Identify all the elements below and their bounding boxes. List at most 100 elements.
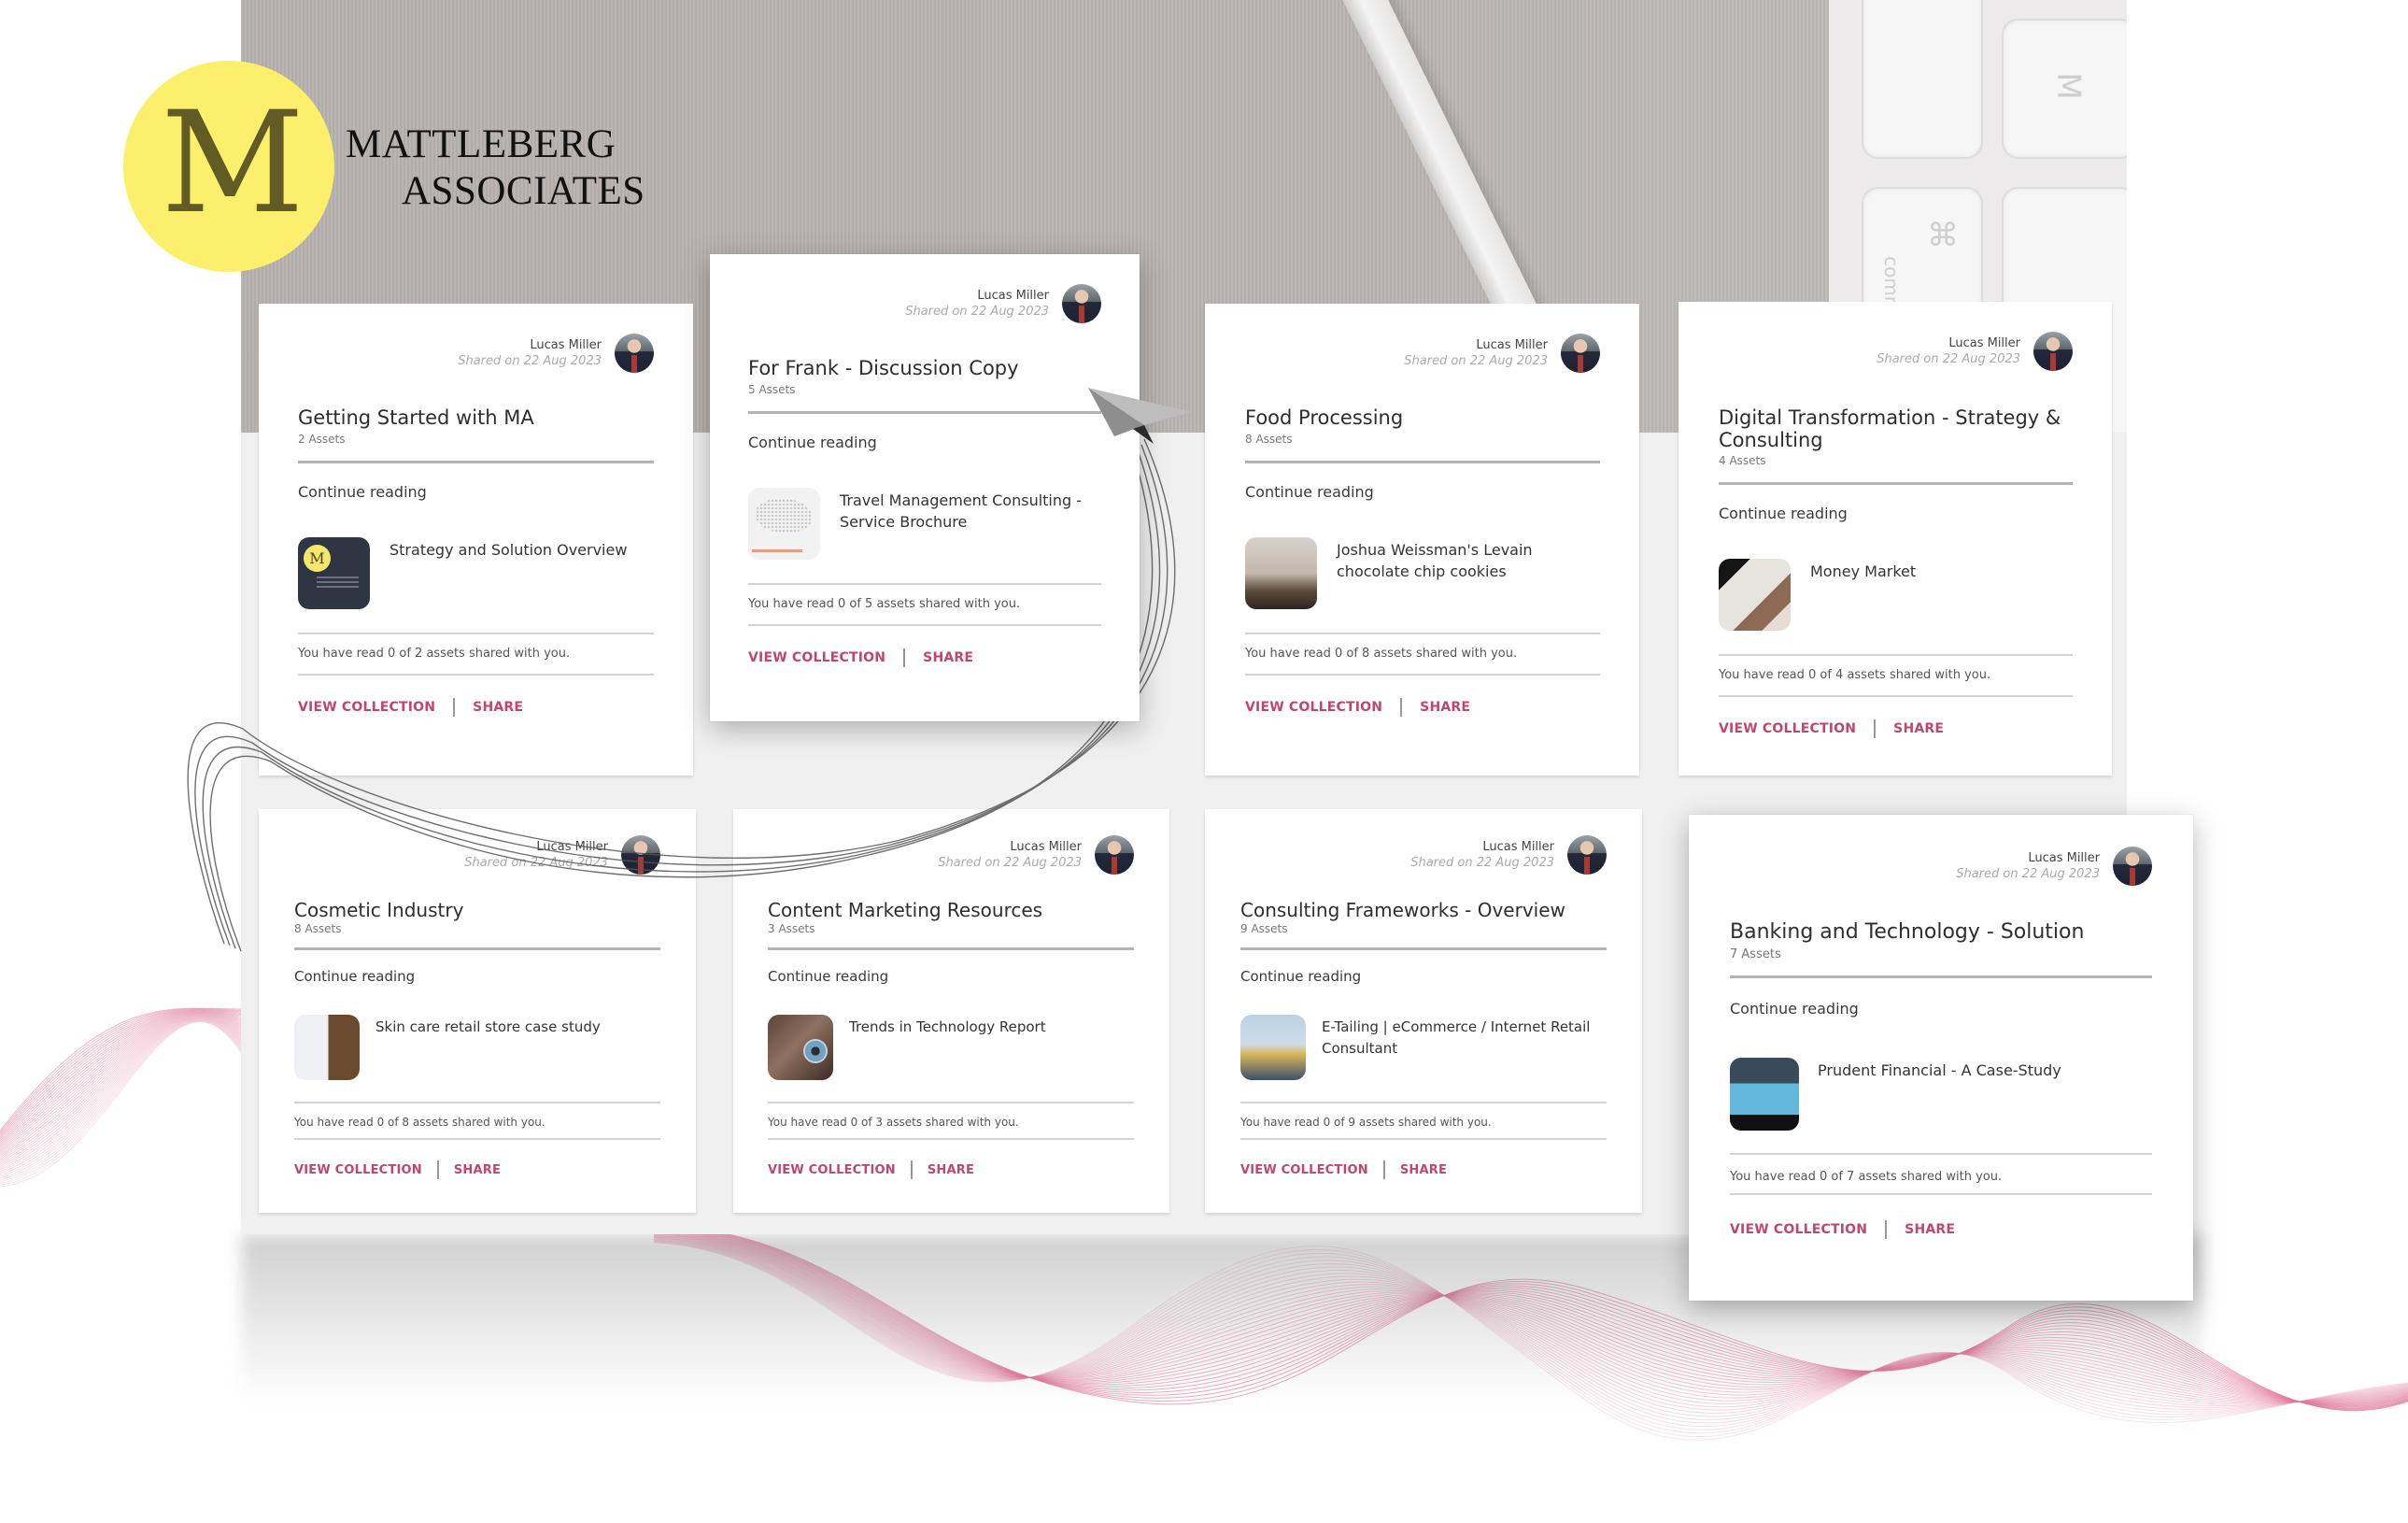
- card-actions: VIEW COLLECTION SHARE: [294, 1160, 501, 1179]
- asset-thumbnail[interactable]: [294, 1015, 360, 1080]
- shared-date: Shared on 22 Aug 2023: [1877, 352, 2020, 366]
- asset-title[interactable]: Strategy and Solution Overview: [390, 539, 627, 561]
- asset-item[interactable]: Money Market: [1719, 559, 2073, 631]
- divider: [748, 411, 1101, 414]
- share-link[interactable]: SHARE: [1905, 1222, 1955, 1237]
- shared-date: Shared on 22 Aug 2023: [1404, 354, 1548, 368]
- keyboard-key: M: [2002, 19, 2127, 159]
- sharer-info: Lucas Miller Shared on 22 Aug 2023: [1877, 332, 2073, 371]
- divider: [1245, 674, 1600, 676]
- shared-date: Shared on 22 Aug 2023: [1956, 867, 2100, 881]
- divider: [1730, 1153, 2152, 1155]
- asset-count: 8 Assets: [294, 922, 342, 935]
- sharer-name: Lucas Miller: [1010, 840, 1082, 854]
- read-progress: You have read 0 of 8 assets shared with …: [294, 1116, 545, 1129]
- asset-title[interactable]: Prudent Financial - A Case-Study: [1818, 1060, 2061, 1081]
- collection-title[interactable]: Digital Transformation - Strategy & Cons…: [1719, 406, 2073, 451]
- share-link[interactable]: SHARE: [928, 1163, 974, 1177]
- shared-date: Shared on 22 Aug 2023: [458, 354, 602, 368]
- view-collection-link[interactable]: VIEW COLLECTION: [748, 650, 885, 665]
- divider: [768, 1138, 1134, 1140]
- asset-title[interactable]: E-Tailing | eCommerce / Internet Retail …: [1322, 1017, 1607, 1060]
- view-collection-link[interactable]: VIEW COLLECTION: [1240, 1163, 1368, 1177]
- asset-item[interactable]: Skin care retail store case study: [294, 1015, 660, 1080]
- asset-item[interactable]: Joshua Weissman's Levain chocolate chip …: [1245, 537, 1600, 609]
- collection-title[interactable]: For Frank - Discussion Copy: [748, 357, 1101, 379]
- divider: [1245, 461, 1600, 463]
- collection-title[interactable]: Food Processing: [1245, 406, 1600, 429]
- asset-thumbnail[interactable]: [768, 1015, 833, 1080]
- asset-thumbnail[interactable]: [1719, 559, 1791, 631]
- divider: [294, 947, 660, 950]
- asset-item[interactable]: Travel Management Consulting - Service B…: [748, 488, 1101, 560]
- collection-card: Lucas Miller Shared on 22 Aug 2023 Digit…: [1679, 302, 2112, 776]
- divider: [1730, 975, 2152, 978]
- asset-thumbnail[interactable]: [1245, 537, 1317, 609]
- collection-title[interactable]: Getting Started with MA: [298, 406, 654, 429]
- divider: [1240, 1138, 1607, 1140]
- card-actions: VIEW COLLECTION SHARE: [768, 1160, 974, 1179]
- wave-line: [0, 1019, 244, 1181]
- collection-title[interactable]: Consulting Frameworks - Overview: [1240, 899, 1607, 921]
- asset-thumbnail[interactable]: [1730, 1058, 1799, 1131]
- collection-card: Lucas Miller Shared on 22 Aug 2023 Getti…: [259, 304, 693, 776]
- collection-title[interactable]: Cosmetic Industry: [294, 899, 660, 921]
- divider: [768, 1102, 1134, 1103]
- collection-card: Lucas Miller Shared on 22 Aug 2023 Consu…: [1205, 809, 1642, 1213]
- share-link[interactable]: SHARE: [473, 700, 523, 715]
- divider: [1240, 1102, 1607, 1103]
- share-link[interactable]: SHARE: [1893, 721, 1944, 736]
- collection-card: Lucas Miller Shared on 22 Aug 2023 Banki…: [1689, 815, 2193, 1301]
- collection-card: Lucas Miller Shared on 22 Aug 2023 For F…: [710, 254, 1140, 721]
- read-progress: You have read 0 of 4 assets shared with …: [1719, 668, 1991, 682]
- view-collection-link[interactable]: VIEW COLLECTION: [1245, 700, 1382, 715]
- asset-title[interactable]: Travel Management Consulting - Service B…: [840, 490, 1101, 533]
- sharer-avatar: [1062, 284, 1101, 323]
- shared-date: Shared on 22 Aug 2023: [1410, 856, 1554, 870]
- asset-title[interactable]: Money Market: [1810, 561, 1916, 582]
- divider: [294, 1138, 660, 1140]
- read-progress: You have read 0 of 3 assets shared with …: [768, 1116, 1019, 1129]
- sharer-info: Lucas Miller Shared on 22 Aug 2023: [905, 284, 1101, 323]
- view-collection-link[interactable]: VIEW COLLECTION: [298, 700, 435, 715]
- asset-item[interactable]: Prudent Financial - A Case-Study: [1730, 1058, 2152, 1131]
- collection-title[interactable]: Content Marketing Resources: [768, 899, 1134, 921]
- asset-title[interactable]: Trends in Technology Report: [849, 1017, 1046, 1038]
- collection-card: Lucas Miller Shared on 22 Aug 2023 Conte…: [733, 809, 1169, 1213]
- asset-item[interactable]: M Strategy and Solution Overview: [298, 537, 654, 609]
- share-link[interactable]: SHARE: [923, 650, 973, 665]
- share-link[interactable]: SHARE: [1400, 1163, 1447, 1177]
- asset-title[interactable]: Joshua Weissman's Levain chocolate chip …: [1337, 539, 1600, 582]
- asset-count: 2 Assets: [298, 433, 346, 446]
- continue-reading-label: Continue reading: [1730, 1000, 1859, 1018]
- wave-line: [0, 1017, 244, 1169]
- view-collection-link[interactable]: VIEW COLLECTION: [768, 1163, 896, 1177]
- asset-thumbnail[interactable]: [748, 488, 820, 560]
- asset-thumbnail[interactable]: M: [298, 537, 370, 609]
- logo-monogram: M: [304, 545, 331, 572]
- divider: [748, 583, 1101, 585]
- share-link[interactable]: SHARE: [1420, 700, 1470, 715]
- read-progress: You have read 0 of 5 assets shared with …: [748, 597, 1021, 611]
- asset-item[interactable]: E-Tailing | eCommerce / Internet Retail …: [1240, 1015, 1607, 1080]
- continue-reading-label: Continue reading: [748, 434, 877, 451]
- collection-card: Lucas Miller Shared on 22 Aug 2023 Cosme…: [259, 809, 696, 1213]
- action-separator: [903, 648, 906, 667]
- asset-item[interactable]: Trends in Technology Report: [768, 1015, 1134, 1080]
- sharer-name: Lucas Miller: [530, 338, 602, 352]
- collection-title[interactable]: Banking and Technology - Solution: [1730, 921, 2152, 944]
- asset-title[interactable]: Skin care retail store case study: [375, 1017, 601, 1038]
- continue-reading-label: Continue reading: [298, 483, 427, 501]
- read-progress: You have read 0 of 9 assets shared with …: [1240, 1116, 1492, 1129]
- asset-thumbnail[interactable]: [1240, 1015, 1306, 1080]
- view-collection-link[interactable]: VIEW COLLECTION: [1719, 721, 1856, 736]
- shared-date: Shared on 22 Aug 2023: [938, 856, 1082, 870]
- share-link[interactable]: SHARE: [454, 1163, 501, 1177]
- view-collection-link[interactable]: VIEW COLLECTION: [294, 1163, 422, 1177]
- divider: [298, 461, 654, 463]
- wave-line: [0, 1020, 244, 1186]
- sharer-avatar: [615, 334, 654, 373]
- view-collection-link[interactable]: VIEW COLLECTION: [1730, 1222, 1867, 1237]
- continue-reading-label: Continue reading: [1719, 505, 1848, 522]
- keyboard-key: [1862, 0, 1983, 159]
